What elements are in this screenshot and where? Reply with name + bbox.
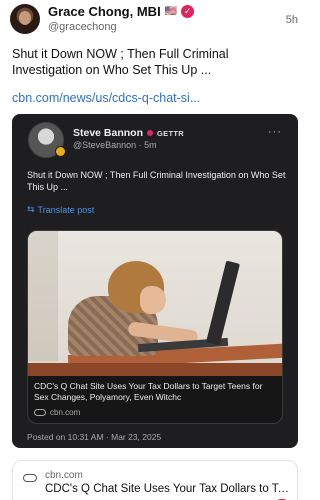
quoted-name-row: Steve Bannon GETTR (73, 127, 184, 139)
link-card-domain: cbn.com (50, 408, 81, 417)
link-card-domain-row: cbn.com (34, 408, 80, 417)
platform-label: GETTR (157, 128, 184, 138)
author-name[interactable]: Grace Chong, MBI (48, 4, 161, 19)
link-preview-card[interactable]: CDC's Q Chat Site Uses Your Tax Dollars … (27, 230, 283, 424)
link-icon (23, 474, 37, 482)
preview-domain: cbn.com (45, 470, 83, 481)
translate-post-button[interactable]: ⇆ Translate post (27, 204, 94, 215)
post-text: Shut it Down NOW ; Then Full Criminal In… (12, 47, 229, 77)
flag-icon: 🇺🇸 (164, 6, 178, 17)
quoted-post-footer: Posted on 10:31 AM · Mar 23, 2025 (27, 432, 162, 442)
author-avatar[interactable] (10, 4, 40, 34)
post-link[interactable]: cbn.com/news/us/cdcs-q-chat-si... (12, 91, 200, 105)
preview-title: CDC's Q Chat Site Uses Your Tax Dollars … (45, 483, 293, 495)
more-options-icon[interactable]: ··· (268, 126, 282, 138)
translate-label: Translate post (37, 204, 95, 215)
author-name-row: Grace Chong, MBI 🇺🇸 ✓ (48, 4, 195, 19)
quoted-post-text: Shut it Down NOW ; Then Full Criminal In… (27, 170, 286, 192)
quoted-handle-time: @SteveBannon · 5m (73, 140, 157, 150)
translate-icon: ⇆ (27, 204, 35, 214)
author-handle[interactable]: @gracechong (48, 21, 117, 33)
badge-dot-icon (147, 130, 154, 136)
verified-badge-icon: ✓ (181, 5, 195, 18)
link-icon (34, 409, 46, 416)
article-image (28, 231, 282, 376)
post-time: 5h (285, 14, 298, 26)
quoted-author-name[interactable]: Steve Bannon (73, 127, 143, 139)
quoted-post-card[interactable]: Steve Bannon GETTR @SteveBannon · 5m ···… (12, 114, 298, 448)
link-card-title: CDC's Q Chat Site Uses Your Tax Dollars … (34, 381, 263, 402)
link-preview-bottom[interactable]: cbn.com CDC's Q Chat Site Uses Your Tax … (12, 460, 298, 500)
avatar-badge-icon (55, 146, 66, 157)
